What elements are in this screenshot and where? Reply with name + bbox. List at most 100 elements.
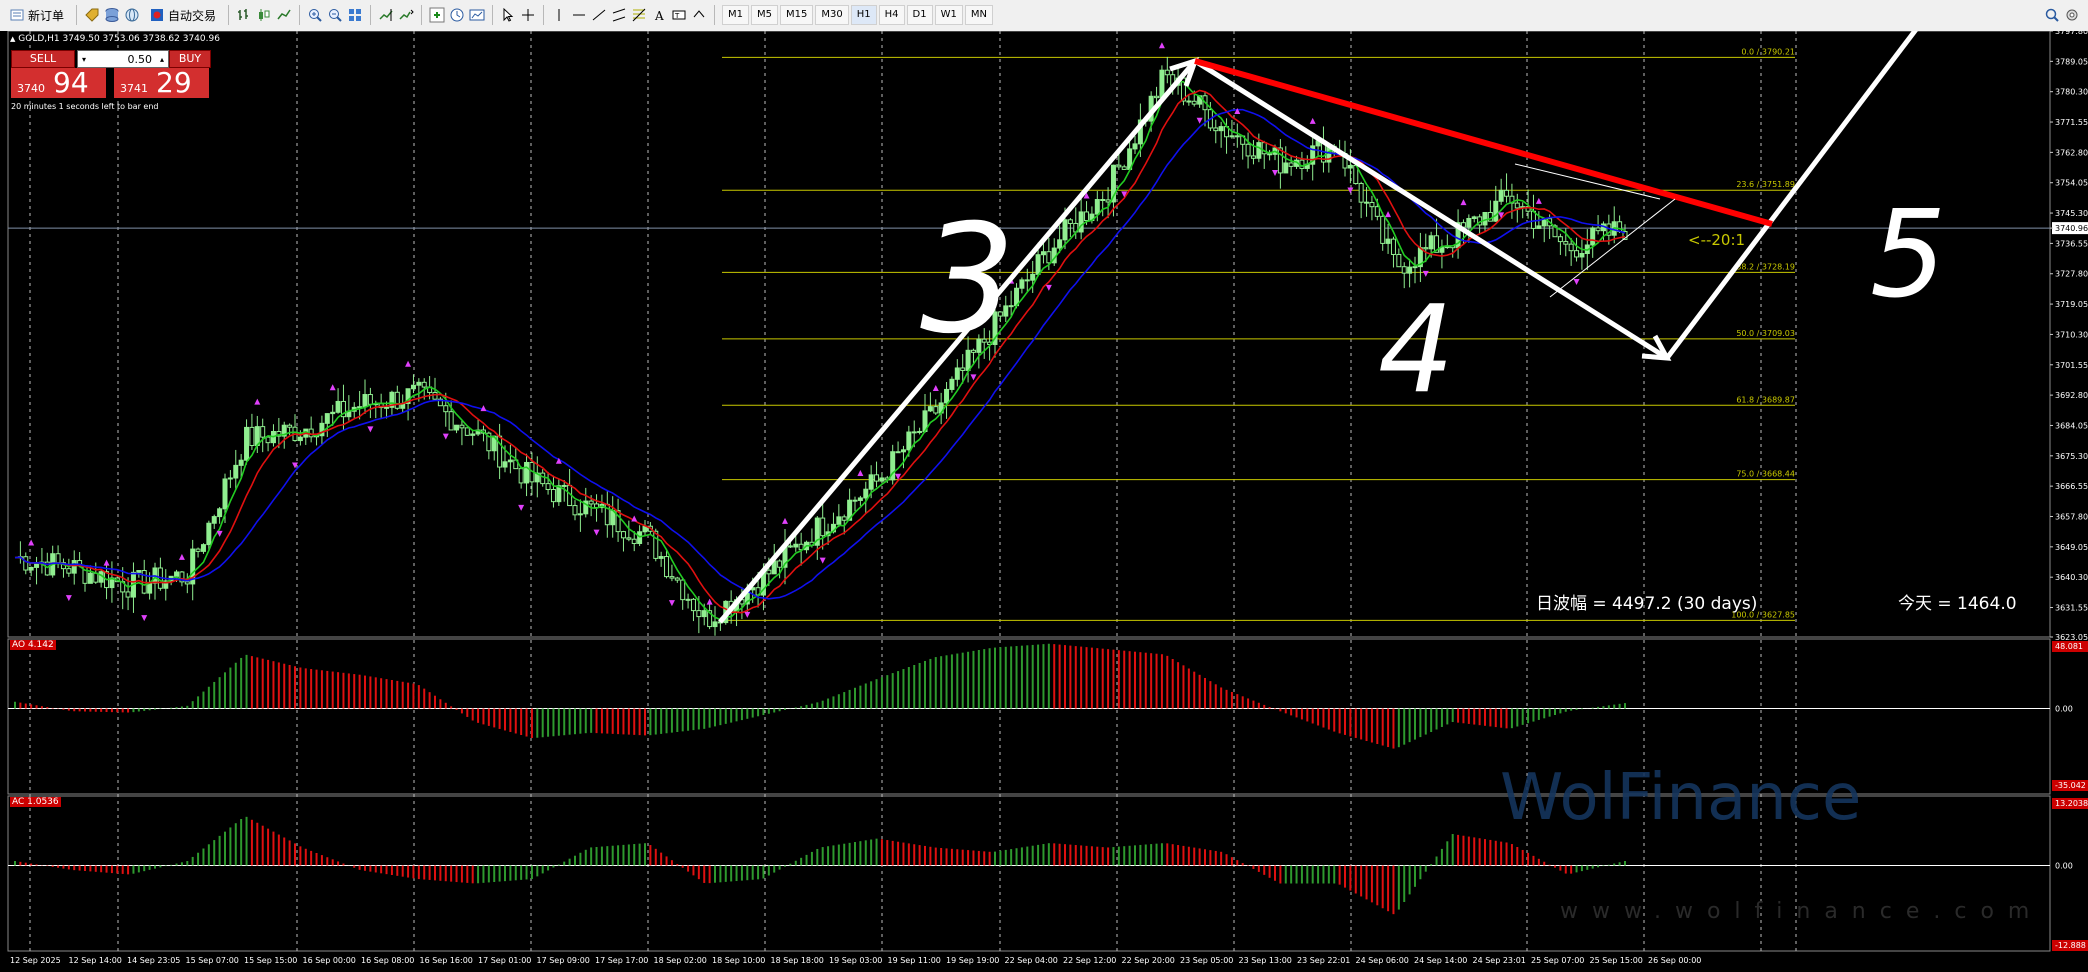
- chart-shift-icon[interactable]: [398, 7, 414, 23]
- fractal-marker: [405, 360, 412, 367]
- candle-body: [1514, 202, 1520, 209]
- candle-body: [1046, 251, 1052, 264]
- timeframe-m15[interactable]: M15: [780, 5, 814, 25]
- fractal-marker: [970, 374, 977, 381]
- candle-body: [23, 556, 29, 571]
- horizontal-line-icon[interactable]: [571, 7, 587, 23]
- wave5-label: 5: [1870, 186, 1946, 325]
- crosshair-icon[interactable]: [520, 7, 536, 23]
- zoom-in-icon[interactable]: [307, 7, 323, 23]
- fib-level-label: 0.0 / 3790.21: [1741, 47, 1795, 56]
- database-icon[interactable]: [104, 7, 120, 23]
- candle-body: [1428, 235, 1434, 250]
- label-tool-icon[interactable]: T: [671, 7, 687, 23]
- candle-body: [1154, 95, 1160, 99]
- vertical-line-icon[interactable]: [551, 7, 567, 23]
- timeframe-mn[interactable]: MN: [964, 5, 993, 25]
- candle-body: [680, 579, 686, 601]
- templates-icon[interactable]: [469, 7, 485, 23]
- arrows-icon[interactable]: [691, 7, 707, 23]
- timeframe-m30[interactable]: M30: [815, 5, 849, 25]
- globe-icon[interactable]: [124, 7, 140, 23]
- fractal-marker: [819, 557, 826, 564]
- collapse-icon[interactable]: ▲: [10, 35, 15, 43]
- zoom-out-icon[interactable]: [327, 7, 343, 23]
- candle-body: [836, 516, 842, 525]
- candle-body: [507, 459, 513, 463]
- timeframe-m1[interactable]: M1: [722, 5, 750, 25]
- toolbar-separator: [492, 5, 494, 25]
- candle-body: [384, 406, 390, 409]
- candlestick-icon[interactable]: [256, 7, 272, 23]
- text-tool-icon[interactable]: A: [651, 7, 667, 23]
- buy-price-box[interactable]: 3741 29: [114, 66, 209, 99]
- lot-decrease-icon[interactable]: ▾: [78, 55, 90, 64]
- cursor-icon[interactable]: [500, 7, 516, 23]
- candle-body: [1396, 253, 1402, 268]
- candle-body: [1536, 225, 1542, 229]
- time-axis-label: 23 Sep 13:00: [1239, 956, 1292, 965]
- autoscroll-icon[interactable]: [378, 7, 394, 23]
- fractal-marker: [1573, 278, 1580, 285]
- time-axis-label: 25 Sep 07:00: [1531, 956, 1584, 965]
- lot-increase-icon[interactable]: ▴: [156, 55, 168, 64]
- new-order-button[interactable]: 新订单: [4, 3, 69, 27]
- price-tick-label: 3736.55: [2055, 239, 2088, 248]
- ao-histogram: [8, 643, 2050, 749]
- trendline-icon[interactable]: [591, 7, 607, 23]
- timeframe-m5[interactable]: M5: [751, 5, 779, 25]
- settings-icon[interactable]: [2064, 7, 2080, 23]
- line-chart-icon[interactable]: [276, 7, 292, 23]
- search-icon[interactable]: [2044, 7, 2060, 23]
- auto-trading-button[interactable]: 自动交易: [144, 3, 221, 27]
- candle-body: [1116, 164, 1122, 168]
- timeframe-h4[interactable]: H4: [878, 5, 905, 25]
- toolbar-separator: [714, 5, 716, 25]
- candle-body: [71, 560, 77, 574]
- candle-body: [324, 413, 330, 424]
- candle-body: [631, 538, 637, 544]
- time-axis-label: 24 Sep 14:00: [1414, 956, 1467, 965]
- fractal-marker: [103, 559, 110, 566]
- candle-body: [1493, 200, 1499, 222]
- toolbar-separator: [421, 5, 423, 25]
- candle-body: [1062, 219, 1068, 241]
- chart-window[interactable]: 0.0 / 3790.21 23.6 / 3751.89 38.2 / 3728.1…: [0, 31, 2088, 972]
- channel-icon[interactable]: [611, 7, 627, 23]
- new-order-icon: [9, 7, 25, 23]
- main-toolbar: 新订单 自动交易 A T M1 M5 M15 M30 H1 H4 D1 W1 M…: [0, 0, 2088, 32]
- timeframe-w1[interactable]: W1: [934, 5, 963, 25]
- fractal-marker: [1535, 197, 1542, 204]
- tag-icon[interactable]: [84, 7, 100, 23]
- fractal-marker: [28, 539, 35, 546]
- price-tick-label: 3631.55: [2055, 604, 2088, 613]
- candle-body: [524, 461, 530, 484]
- time-axis: 12 Sep 2025 12 Sep 14:00 14 Sep 23:05 15 Se…: [10, 956, 1701, 965]
- fibonacci-icon[interactable]: [631, 7, 647, 23]
- candle-body: [863, 488, 869, 499]
- sell-price-box[interactable]: 3740 94: [11, 66, 106, 99]
- fractal-marker: [1309, 117, 1316, 124]
- candle-body: [454, 424, 460, 431]
- periods-icon[interactable]: [449, 7, 465, 23]
- timeframe-h1[interactable]: H1: [850, 5, 877, 25]
- timeframe-d1[interactable]: D1: [906, 5, 933, 25]
- tile-windows-icon[interactable]: [347, 7, 363, 23]
- candle-body: [1412, 266, 1418, 269]
- fractal-marker: [254, 398, 261, 405]
- price-tick-label: 3771.55: [2055, 118, 2088, 127]
- candle-body: [1390, 238, 1396, 255]
- price-tick-label: 3754.05: [2055, 179, 2088, 188]
- candle-body: [868, 474, 874, 490]
- time-axis-label: 22 Sep 04:00: [1005, 956, 1058, 965]
- time-axis-label: 17 Sep 01:00: [478, 956, 531, 965]
- candle-body: [1498, 189, 1504, 202]
- toolbar-separator: [299, 5, 301, 25]
- candle-body: [1407, 266, 1413, 274]
- fractal-markers: [28, 42, 1580, 622]
- wave-drawings: 3 4 5 <--20:1 日波幅 = 4497.2 (30 days) 今天 = 146…: [718, 31, 2017, 624]
- time-axis-label: 23 Sep 22:01: [1297, 956, 1350, 965]
- price-tick-label: 3719.05: [2055, 300, 2088, 309]
- bar-chart-icon[interactable]: [236, 7, 252, 23]
- indicators-icon[interactable]: [429, 7, 445, 23]
